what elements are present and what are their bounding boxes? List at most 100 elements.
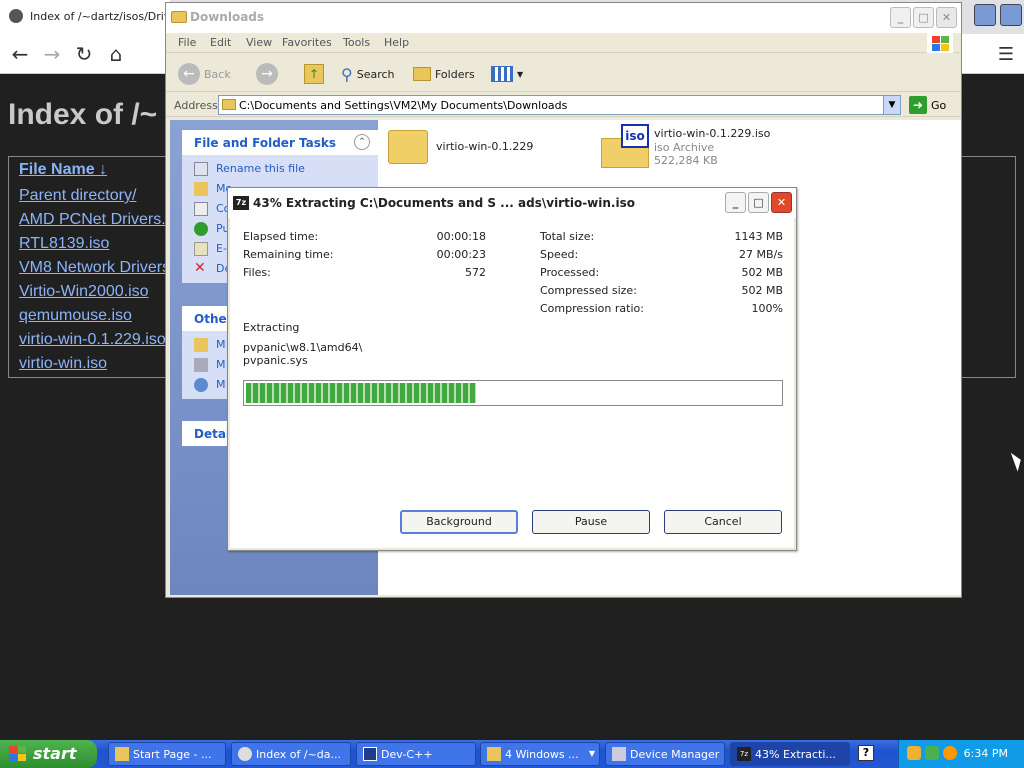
taskbar-item-windows-group[interactable]: 4 Windows ... ▼ bbox=[480, 742, 600, 766]
speed-label: Speed: bbox=[540, 248, 579, 261]
taskbar-item-index[interactable]: Index of /~da... bbox=[231, 742, 351, 766]
home-icon[interactable]: ⌂ bbox=[104, 42, 128, 66]
file-link[interactable]: qemumouse.iso bbox=[19, 307, 132, 325]
tray-app-icon[interactable] bbox=[907, 746, 921, 760]
browser-window-controls bbox=[972, 0, 1024, 30]
views-button[interactable]: ▼ bbox=[491, 61, 523, 87]
remaining-time-value: 00:00:23 bbox=[436, 248, 486, 261]
tray-search-icon[interactable] bbox=[943, 746, 957, 760]
address-dropdown-button[interactable]: ▼ bbox=[883, 96, 900, 114]
start-button[interactable]: start bbox=[0, 740, 97, 768]
close-button[interactable] bbox=[1000, 4, 1022, 26]
help-icon[interactable]: ? bbox=[858, 745, 874, 761]
minimize-button[interactable]: _ bbox=[725, 192, 746, 213]
taskbar-item-start-page[interactable]: Start Page - ... bbox=[108, 742, 226, 766]
tray-app-icon[interactable] bbox=[925, 746, 939, 760]
device-manager-icon bbox=[612, 747, 626, 761]
pause-button[interactable]: Pause bbox=[532, 510, 650, 534]
folder-icon[interactable] bbox=[388, 130, 428, 164]
globe-icon bbox=[194, 222, 208, 236]
file-item-name[interactable]: virtio-win-0.1.229 bbox=[436, 140, 533, 153]
processed-value: 502 MB bbox=[741, 266, 783, 279]
clock: 6:34 PM bbox=[963, 747, 1008, 760]
back-arrow-icon: ← bbox=[178, 63, 200, 85]
address-label: Address bbox=[174, 99, 218, 112]
menu-help[interactable]: Help bbox=[384, 36, 409, 49]
compressed-size-label: Compressed size: bbox=[540, 284, 637, 297]
iso-archive-icon[interactable]: iso bbox=[601, 124, 649, 168]
processed-label: Processed: bbox=[540, 266, 600, 279]
close-button[interactable]: ✕ bbox=[936, 7, 957, 28]
up-folder-button[interactable]: ↑ bbox=[304, 61, 324, 87]
hamburger-menu-icon[interactable]: ☰ bbox=[998, 44, 1014, 65]
go-arrow-icon: ➜ bbox=[909, 96, 927, 114]
move-icon bbox=[194, 182, 208, 196]
folders-button[interactable]: Folders bbox=[413, 61, 475, 87]
elapsed-time-value: 00:00:18 bbox=[436, 230, 486, 243]
maximize-button[interactable]: □ bbox=[913, 7, 934, 28]
address-bar: Address C:\Documents and Settings\VM2\My… bbox=[166, 93, 961, 117]
file-item-name[interactable]: virtio-win-0.1.229.iso bbox=[654, 127, 770, 140]
file-item-type: iso Archive bbox=[654, 141, 715, 154]
close-button[interactable]: ✕ bbox=[771, 192, 792, 213]
file-link[interactable]: AMD PCNet Drivers... bbox=[19, 211, 175, 229]
background-button[interactable]: Background bbox=[400, 510, 518, 534]
taskbar-item-7zip[interactable]: 7z 43% Extracti... bbox=[730, 742, 850, 766]
total-size-label: Total size: bbox=[540, 230, 595, 243]
file-link[interactable]: Parent directory/ bbox=[19, 187, 136, 205]
rename-icon bbox=[194, 162, 208, 176]
7zip-icon: 7z bbox=[233, 196, 249, 210]
files-label: Files: bbox=[243, 266, 271, 279]
reload-icon[interactable]: ↻ bbox=[72, 42, 96, 66]
up-folder-icon: ↑ bbox=[304, 64, 324, 84]
page-favicon-icon bbox=[9, 9, 23, 23]
folder-icon bbox=[222, 99, 236, 110]
chevron-down-icon: ▼ bbox=[588, 749, 595, 758]
forward-button[interactable]: → bbox=[256, 61, 278, 87]
explorer-title-bar[interactable]: Downloads _ □ ✕ bbox=[166, 3, 961, 33]
browser-icon bbox=[238, 747, 252, 761]
task-rename[interactable]: Rename this file bbox=[182, 159, 378, 179]
dialog-title-bar[interactable]: 7z 43% Extracting C:\Documents and S ...… bbox=[228, 188, 796, 218]
go-button[interactable]: ➜ Go bbox=[909, 96, 946, 114]
browser-tab[interactable]: Index of /~dartz/isos/Drivers bbox=[0, 0, 170, 34]
menu-view[interactable]: View bbox=[246, 36, 272, 49]
maximize-button[interactable]: □ bbox=[748, 192, 769, 213]
folder-icon bbox=[487, 747, 501, 761]
taskbar-item-device-manager[interactable]: Device Manager bbox=[605, 742, 725, 766]
menu-tools[interactable]: Tools bbox=[343, 36, 370, 49]
search-icon: ⚲ bbox=[341, 64, 353, 84]
network-icon bbox=[194, 378, 208, 392]
file-name-column-header[interactable]: File Name ↓ bbox=[19, 161, 107, 179]
search-button[interactable]: ⚲ Search bbox=[341, 61, 395, 87]
menu-favorites[interactable]: Favorites bbox=[282, 36, 332, 49]
file-link[interactable]: Virtio-Win2000.iso bbox=[19, 283, 149, 301]
file-link[interactable]: virtio-win-0.1.229.iso bbox=[19, 331, 166, 349]
back-button[interactable]: ← Back bbox=[178, 61, 231, 87]
address-input[interactable]: C:\Documents and Settings\VM2\My Documen… bbox=[218, 95, 901, 115]
file-link[interactable]: VM8 Network Drivers bbox=[19, 259, 170, 277]
back-arrow-icon[interactable]: ← bbox=[8, 42, 32, 66]
file-link[interactable]: RTL8139.iso bbox=[19, 235, 109, 253]
menu-file[interactable]: File bbox=[178, 36, 196, 49]
file-folder-tasks-header[interactable]: File and Folder Tasks ⌃ bbox=[182, 130, 378, 155]
system-tray: 6:34 PM bbox=[898, 740, 1024, 768]
cancel-button[interactable]: Cancel bbox=[664, 510, 782, 534]
files-value: 572 bbox=[465, 266, 486, 279]
restore-button[interactable] bbox=[974, 4, 996, 26]
collapse-chevron-icon[interactable]: ⌃ bbox=[354, 134, 370, 150]
dialog-body: Elapsed time: 00:00:18 Remaining time: 0… bbox=[230, 218, 794, 548]
compression-ratio-label: Compression ratio: bbox=[540, 302, 644, 315]
browser-icon bbox=[115, 747, 129, 761]
folder-icon bbox=[194, 338, 208, 352]
menu-edit[interactable]: Edit bbox=[210, 36, 231, 49]
forward-arrow-icon[interactable]: → bbox=[40, 42, 64, 66]
views-icon bbox=[491, 66, 513, 82]
taskbar: start Start Page - ... Index of /~da... … bbox=[0, 740, 1024, 768]
file-link[interactable]: virtio-win.iso bbox=[19, 355, 107, 373]
browser-tab-title: Index of /~dartz/isos/Drivers bbox=[30, 10, 170, 23]
taskbar-item-devcpp[interactable]: Dev-C++ bbox=[356, 742, 476, 766]
extraction-progress-bar bbox=[243, 380, 783, 406]
minimize-button[interactable]: _ bbox=[890, 7, 911, 28]
desktop: Index of /~dartz/isos/Drivers ← → ↻ ⌂ ☰ … bbox=[0, 0, 1024, 768]
